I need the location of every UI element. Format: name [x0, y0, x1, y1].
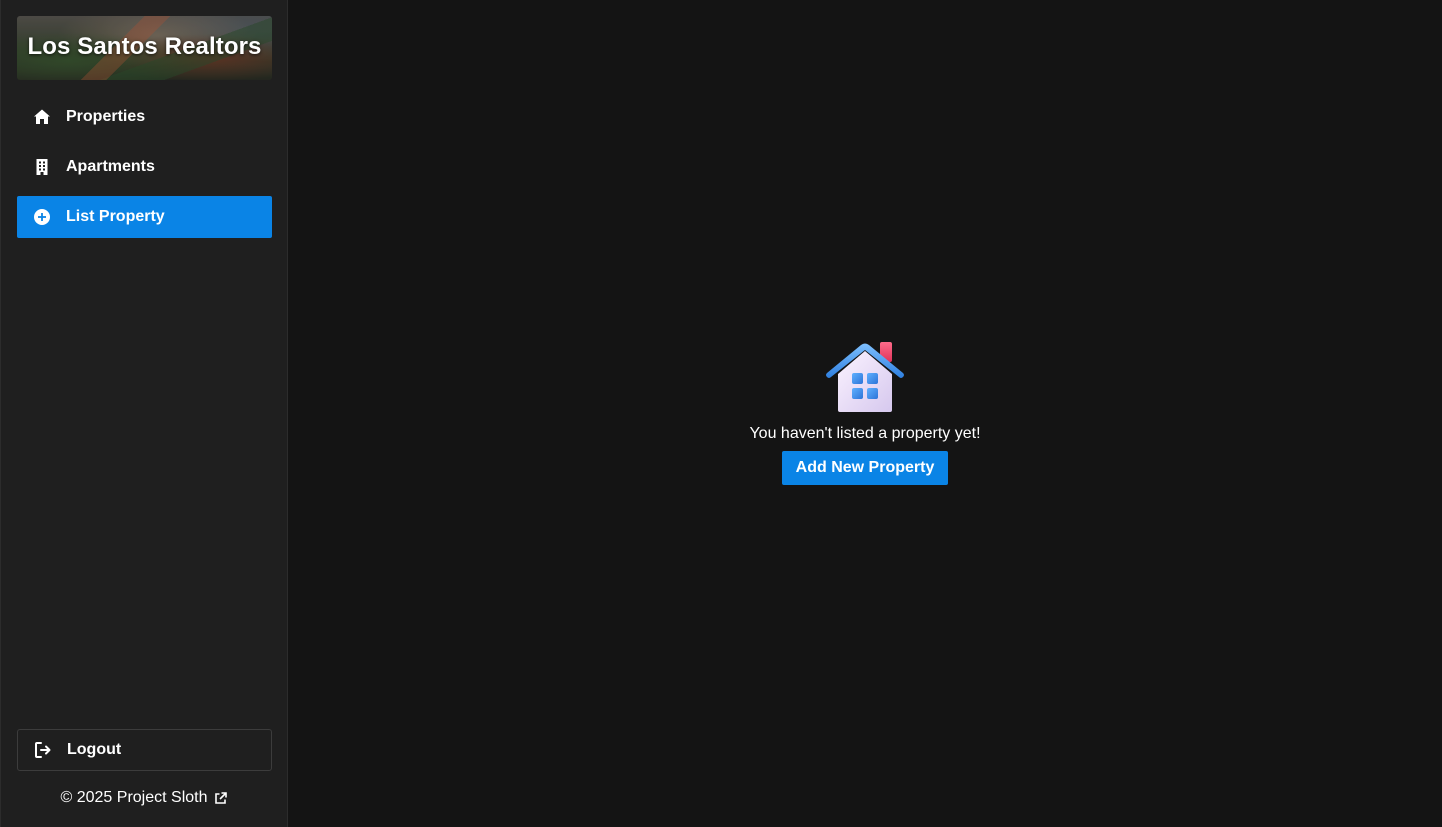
building-icon: [33, 158, 51, 176]
add-new-property-button[interactable]: Add New Property: [781, 451, 949, 485]
footer: © 2025 Project Sloth: [1, 789, 287, 807]
app-root: Los Santos Realtors Properties Apartment…: [0, 0, 1442, 827]
sidebar-item-label: Properties: [66, 108, 146, 125]
brand-banner[interactable]: Los Santos Realtors: [17, 16, 272, 80]
sidebar-item-label: List Property: [66, 208, 165, 225]
sidebar-nav: Properties Apartments List Property: [17, 96, 272, 246]
house-icon: [824, 340, 906, 414]
sidebar-item-apartments[interactable]: Apartments: [17, 146, 272, 188]
main-content: You haven't listed a property yet! Add N…: [288, 0, 1442, 827]
sidebar: Los Santos Realtors Properties Apartment…: [0, 0, 288, 827]
logout-label: Logout: [67, 741, 122, 758]
sidebar-item-label: Apartments: [66, 158, 155, 175]
logout-button[interactable]: Logout: [17, 729, 272, 771]
empty-state-message: You haven't listed a property yet!: [749, 425, 981, 442]
logout-icon: [34, 741, 52, 759]
sidebar-item-list-property[interactable]: List Property: [17, 196, 272, 238]
brand-title: Los Santos Realtors: [27, 33, 262, 60]
plus-circle-icon: [33, 208, 51, 226]
footer-text: © 2025 Project Sloth: [60, 789, 208, 806]
home-icon: [33, 108, 51, 126]
sidebar-item-properties[interactable]: Properties: [17, 96, 272, 138]
empty-state: You haven't listed a property yet! Add N…: [288, 340, 1442, 485]
external-link-icon[interactable]: [214, 791, 228, 805]
